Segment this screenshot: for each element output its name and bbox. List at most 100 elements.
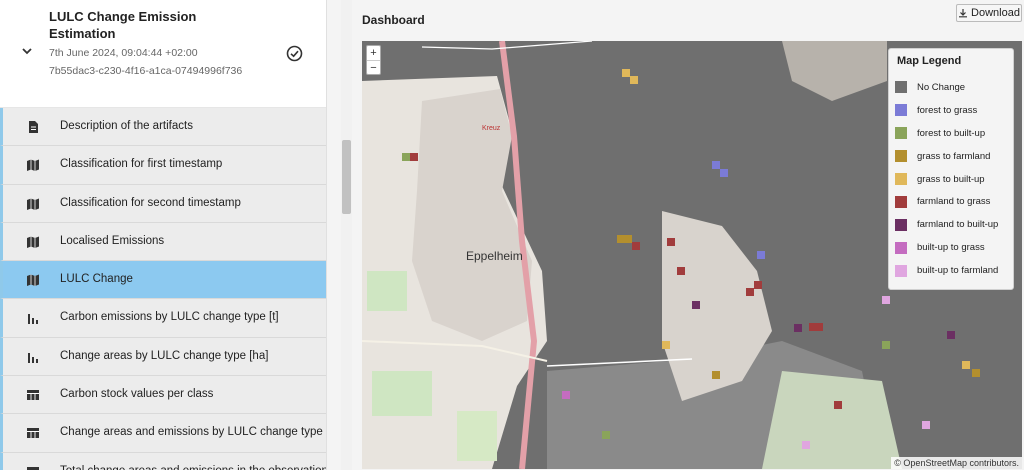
legend-swatch bbox=[895, 218, 907, 231]
legend-swatch bbox=[895, 150, 907, 163]
legend-item: built-up to grass bbox=[895, 236, 1007, 259]
download-icon bbox=[959, 9, 968, 18]
change-cell bbox=[834, 401, 842, 409]
legend-swatch bbox=[895, 173, 907, 185]
menu-item-label: Classification for first timestamp bbox=[60, 158, 223, 171]
menu-item[interactable]: LULC Change bbox=[0, 261, 326, 300]
change-cell bbox=[947, 331, 955, 339]
menu-item[interactable]: Localised Emissions bbox=[0, 222, 326, 262]
menu-item-label: Carbon stock values per class bbox=[60, 388, 214, 401]
map-attribution[interactable]: © OpenStreetMap contributors. bbox=[891, 457, 1022, 469]
map-view[interactable]: + − Eppelheim Kreuz Map Legend No Change… bbox=[362, 41, 1022, 469]
legend-label: forest to grass bbox=[917, 104, 978, 116]
menu-item-label: Change areas and emissions by LULC chang… bbox=[60, 426, 323, 439]
legend-item: No Change bbox=[895, 76, 1007, 99]
map-legend: Map Legend No Change forest to grass fores… bbox=[888, 48, 1014, 290]
change-cell bbox=[602, 431, 610, 439]
change-cell bbox=[622, 69, 630, 77]
change-cell bbox=[662, 341, 670, 349]
menu-item[interactable]: Classification for second timestamp bbox=[0, 184, 326, 223]
park-area bbox=[367, 271, 407, 311]
menu-item[interactable]: Carbon emissions by LULC change type [t] bbox=[0, 299, 326, 338]
park-area bbox=[372, 371, 432, 416]
change-cell bbox=[962, 361, 970, 369]
run-title: LULC Change Emission Estimation bbox=[49, 9, 197, 41]
table-icon bbox=[27, 466, 39, 470]
park-area bbox=[457, 411, 497, 461]
change-cell bbox=[667, 238, 675, 246]
legend-swatch bbox=[895, 195, 907, 208]
download-label: Download bbox=[971, 7, 1020, 19]
legend-swatch bbox=[895, 241, 907, 254]
menu-item[interactable]: Carbon stock values per class bbox=[0, 376, 326, 415]
change-cell bbox=[677, 267, 685, 275]
table-icon bbox=[27, 428, 39, 439]
sidebar-scrollbar[interactable] bbox=[341, 0, 352, 470]
legend-label: forest to built-up bbox=[917, 127, 986, 139]
check-circle-icon bbox=[286, 45, 303, 62]
change-cell bbox=[624, 235, 632, 243]
change-cell bbox=[746, 288, 754, 296]
southeast-basemap-area bbox=[762, 371, 902, 469]
legend-item: farmland to built-up bbox=[895, 213, 1007, 236]
change-cell bbox=[882, 296, 890, 304]
place-label: Eppelheim bbox=[466, 249, 523, 263]
change-cell bbox=[972, 369, 980, 377]
change-cell bbox=[815, 323, 823, 331]
chevron-down-icon[interactable] bbox=[20, 44, 34, 58]
menu-item-label: Description of the artifacts bbox=[60, 120, 193, 132]
legend-label: grass to built-up bbox=[917, 173, 985, 185]
run-card[interactable]: LULC Change Emission Estimation 7th June… bbox=[0, 0, 326, 108]
change-cell bbox=[882, 341, 890, 349]
change-cell bbox=[402, 153, 410, 161]
change-cell bbox=[617, 235, 625, 243]
download-button[interactable]: Download bbox=[956, 4, 1022, 22]
change-cell bbox=[754, 281, 762, 289]
legend-swatch bbox=[895, 104, 907, 117]
legend-item: farmland to grass bbox=[895, 190, 1007, 213]
legend-swatch bbox=[895, 81, 907, 94]
legend-swatch bbox=[895, 264, 907, 277]
road-label: Kreuz bbox=[482, 125, 501, 132]
map-icon bbox=[27, 198, 39, 210]
menu-item-label: Classification for second timestamp bbox=[60, 196, 241, 209]
menu-item[interactable]: Change areas and emissions by LULC chang… bbox=[0, 414, 326, 453]
legend-item: grass to built-up bbox=[895, 168, 1007, 191]
run-meta: 7th June 2024, 09:04:44 +02:00 7b55dac3-… bbox=[49, 45, 249, 80]
change-cell bbox=[630, 76, 638, 84]
change-cell bbox=[757, 251, 765, 259]
menu-item-label: Change areas by LULC change type [ha] bbox=[60, 349, 269, 362]
legend-label: built-up to grass bbox=[917, 242, 985, 254]
legend-label: built-up to farmland bbox=[917, 265, 999, 277]
menu-item[interactable]: Classification for first timestamp bbox=[0, 146, 326, 185]
map-icon bbox=[27, 159, 39, 172]
zoom-control: + − bbox=[366, 45, 381, 75]
table-icon bbox=[27, 390, 39, 401]
legend-item: forest to grass bbox=[895, 99, 1007, 122]
sidebar-scrollbar-thumb[interactable] bbox=[342, 140, 351, 214]
run-id: 7b55dac3-c230-4f16-a1ca-07494996f736 bbox=[49, 64, 243, 77]
map-icon bbox=[27, 236, 39, 248]
legend-item: built-up to farmland bbox=[895, 259, 1007, 282]
change-cell bbox=[794, 324, 802, 332]
change-cell bbox=[922, 421, 930, 429]
change-cell bbox=[632, 242, 640, 250]
menu-item[interactable]: Change areas by LULC change type [ha] bbox=[0, 337, 326, 377]
menu-item[interactable]: Description of the artifacts bbox=[0, 108, 326, 147]
legend-label: farmland to built-up bbox=[917, 219, 999, 231]
change-cell bbox=[692, 301, 700, 309]
legend-swatch bbox=[895, 127, 907, 140]
menu-item[interactable]: Total change areas and emissions in the … bbox=[0, 452, 326, 470]
change-cell bbox=[712, 371, 720, 379]
legend-label: grass to farmland bbox=[917, 150, 991, 162]
zoom-out-button[interactable]: − bbox=[367, 60, 380, 74]
run-timestamp: 7th June 2024, 09:04:44 +02:00 bbox=[49, 47, 198, 59]
change-cell bbox=[712, 161, 720, 169]
menu-item-label: LULC Change bbox=[60, 273, 133, 286]
zoom-in-button[interactable]: + bbox=[367, 46, 380, 60]
menu-item-label: Carbon emissions by LULC change type [t] bbox=[60, 311, 279, 324]
bar-chart-icon bbox=[28, 314, 38, 325]
change-cell bbox=[802, 441, 810, 449]
change-cell bbox=[410, 153, 418, 161]
artifact-menu: Description of the artifacts Classificati… bbox=[0, 108, 326, 470]
